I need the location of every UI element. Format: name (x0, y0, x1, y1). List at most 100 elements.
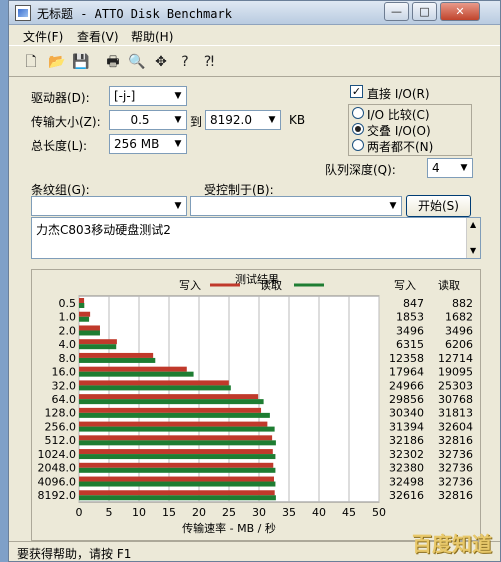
read-bar (79, 357, 156, 363)
toolbar: 🗋 📂 💾 🖶 🔍 ✥ ? ⁈ (9, 45, 500, 77)
window-title: 无标题 - ATTO Disk Benchmark (37, 7, 232, 21)
read-bar (79, 481, 276, 487)
status-text: 要获得帮助，请按 F1 (17, 547, 132, 561)
menu-view[interactable]: 查看(V) (77, 28, 119, 45)
write-bar (79, 380, 229, 386)
description-textarea[interactable]: 力杰C803移动硬盘测试2 ▲ ▼ (31, 217, 481, 259)
minimize-button[interactable]: — (384, 2, 409, 21)
read-bar (79, 330, 100, 336)
write-value: 1853 (396, 311, 424, 324)
x-tick-label: 15 (162, 506, 176, 519)
chevron-down-icon: ▼ (385, 197, 401, 215)
read-value: 25303 (438, 379, 473, 392)
y-category-label: 1024.0 (38, 448, 77, 461)
x-tick-label: 0 (76, 506, 83, 519)
write-value: 12358 (389, 352, 424, 365)
y-category-label: 32.0 (52, 379, 77, 392)
y-category-label: 8.0 (59, 352, 77, 365)
transfer-size-label: 传输大小(Z): (31, 115, 101, 129)
read-value: 3496 (445, 324, 473, 337)
direct-io-checkbox[interactable]: ✓ (350, 85, 363, 98)
chevron-down-icon: ▼ (264, 111, 280, 129)
x-tick-label: 30 (252, 506, 266, 519)
title-bar[interactable]: 无标题 - ATTO Disk Benchmark — □ ✕ (9, 1, 500, 25)
scroll-down-icon[interactable]: ▼ (470, 246, 476, 255)
write-value: 32616 (389, 489, 424, 502)
x-tick-label: 40 (312, 506, 326, 519)
direct-io-label: 直接 I/O(R) (367, 87, 430, 101)
write-bar (79, 449, 273, 455)
controlled-by-select[interactable]: ▼ (190, 196, 402, 216)
y-category-label: 0.5 (59, 297, 77, 310)
print-icon[interactable]: 🖶 (103, 52, 123, 72)
maximize-button[interactable]: □ (412, 2, 437, 21)
read-value: 19095 (438, 366, 473, 379)
move-icon[interactable]: ✥ (151, 52, 171, 72)
save-icon[interactable]: 💾 (71, 52, 91, 72)
x-tick-label: 45 (342, 506, 356, 519)
y-category-label: 128.0 (45, 407, 77, 420)
open-icon[interactable]: 📂 (47, 52, 67, 72)
read-bar (79, 303, 85, 308)
context-help-icon[interactable]: ⁈ (199, 52, 219, 72)
close-button[interactable]: ✕ (440, 2, 480, 21)
y-category-label: 2048.0 (38, 462, 77, 475)
write-bar (79, 352, 154, 358)
description-text: 力杰C803移动硬盘测试2 (36, 223, 171, 237)
start-button[interactable]: 开始(S) (406, 195, 471, 217)
help-icon[interactable]: ? (175, 52, 195, 72)
read-value: 31813 (438, 407, 473, 420)
write-bar (79, 311, 91, 317)
read-bar (79, 467, 276, 473)
neither-label: 两者都不(N) (367, 140, 434, 154)
to-label: 到 (190, 115, 203, 129)
transfer-to-value: 8192.0 (210, 113, 252, 127)
transfer-from-select[interactable]: 0.5 ▼ (109, 110, 187, 130)
write-bar (79, 394, 259, 400)
read-value: 32816 (438, 434, 473, 447)
overlapped-io-radio[interactable] (352, 123, 364, 135)
x-tick-label: 35 (282, 506, 296, 519)
write-value: 17964 (389, 366, 424, 379)
legend-write-label: 写入 (179, 279, 201, 292)
neither-radio[interactable] (352, 139, 364, 151)
kb-label: KB (289, 113, 306, 127)
write-bar (79, 407, 262, 413)
total-length-select[interactable]: 256 MB ▼ (109, 134, 187, 154)
queue-depth-select[interactable]: 4 ▼ (427, 158, 473, 178)
io-compare-label: I/O 比较(C) (367, 108, 430, 122)
read-value: 882 (452, 297, 473, 310)
scroll-up-icon[interactable]: ▲ (470, 220, 476, 229)
queue-depth-value: 4 (432, 161, 440, 175)
write-value: 32302 (389, 448, 424, 461)
queue-depth-label: 队列深度(Q): (325, 163, 396, 177)
read-value: 32816 (438, 489, 473, 502)
y-category-label: 64.0 (52, 393, 77, 406)
chevron-down-icon: ▼ (170, 111, 186, 129)
write-value: 32498 (389, 475, 424, 488)
chevron-down-icon: ▼ (170, 135, 186, 153)
control-group-select[interactable]: ▼ (31, 196, 187, 216)
x-tick-label: 50 (372, 506, 386, 519)
write-bar (79, 325, 100, 331)
new-icon[interactable]: 🗋 (21, 52, 41, 72)
read-value: 32604 (438, 420, 473, 433)
menu-help[interactable]: 帮助(H) (131, 28, 173, 45)
read-bar (79, 316, 90, 322)
io-compare-radio[interactable] (352, 107, 364, 119)
chevron-down-icon: ▼ (456, 159, 472, 177)
read-bar (79, 440, 276, 446)
drive-select[interactable]: [-j-] ▼ (109, 86, 187, 106)
transfer-to-select[interactable]: 8192.0 ▼ (205, 110, 281, 130)
read-bar (79, 399, 264, 405)
write-column-header: 写入 (394, 279, 416, 292)
app-window: 无标题 - ATTO Disk Benchmark — □ ✕ 文件(F) 查看… (8, 0, 501, 562)
read-bar (79, 454, 276, 460)
x-tick-label: 20 (192, 506, 206, 519)
description-scrollbar[interactable]: ▲ ▼ (466, 218, 480, 258)
menu-file[interactable]: 文件(F) (23, 28, 63, 45)
read-bar (79, 495, 276, 501)
write-value: 847 (403, 297, 424, 310)
read-value: 12714 (438, 352, 473, 365)
print-preview-icon[interactable]: 🔍 (127, 52, 147, 72)
